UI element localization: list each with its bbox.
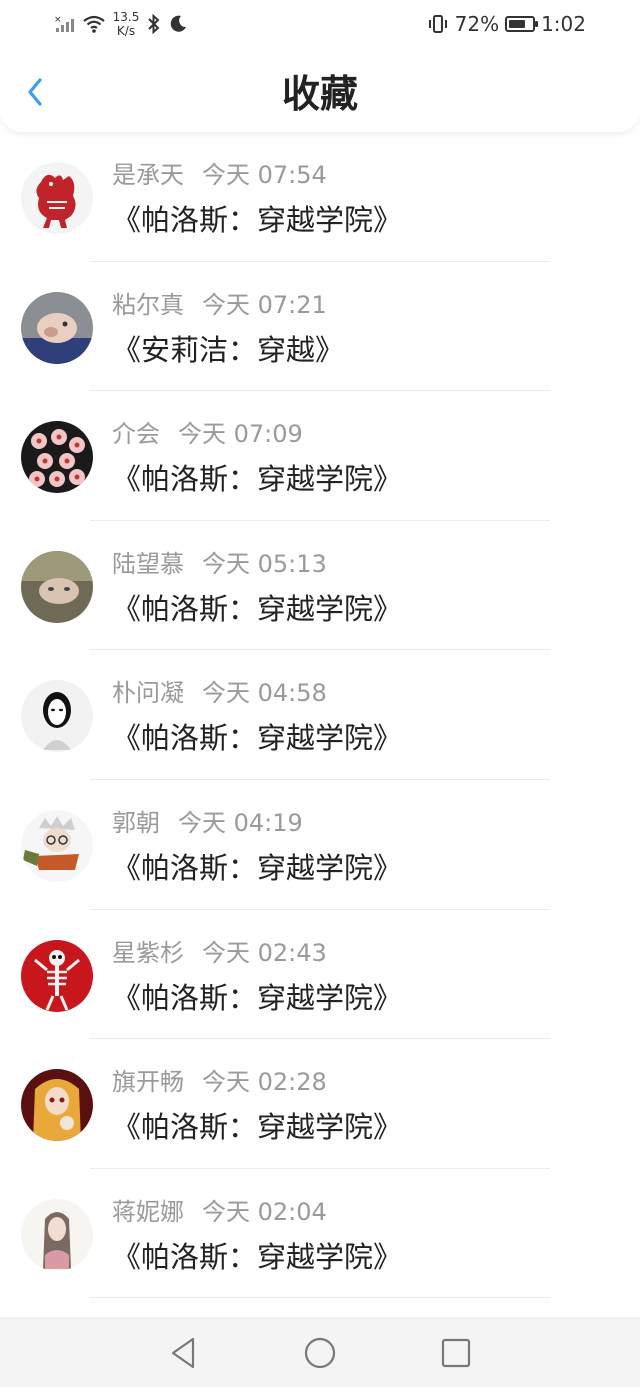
list-item[interactable]: 蒋妮娜 今天 02:04 《帕洛斯：穿越学院》	[0, 1169, 640, 1299]
item-meta: 蒋妮娜 今天 02:04	[112, 1197, 327, 1227]
timestamp: 今天 05:13	[202, 549, 327, 578]
timestamp: 今天 04:58	[202, 679, 327, 708]
favorites-list: 是承天 今天 07:54 《帕洛斯：穿越学院》 粘尔真 今天 07:21 《安莉…	[0, 132, 640, 1299]
divider	[90, 1297, 550, 1299]
item-meta: 旗开畅 今天 02:28	[112, 1067, 327, 1097]
user-name: 蒋妮娜	[112, 1197, 184, 1226]
status-bar: × 13.5 K/s 72% 1:02	[0, 0, 640, 52]
timestamp: 今天 07:21	[202, 290, 327, 319]
paper-cut-rooster-avatar[interactable]	[21, 162, 93, 234]
book-title: 《帕洛斯：穿越学院》	[112, 462, 403, 497]
header: 收藏	[0, 52, 640, 132]
clock: 1:02	[541, 12, 586, 36]
network-speed: 13.5 K/s	[112, 10, 140, 38]
status-left-icons: × 13.5 K/s	[54, 10, 188, 38]
nav-back-button[interactable]	[163, 1333, 203, 1373]
user-name: 星紫杉	[112, 938, 184, 967]
book-title: 《帕洛斯：穿越学院》	[112, 591, 403, 626]
item-meta: 朴问凝 今天 04:58	[112, 678, 327, 708]
list-item[interactable]: 旗开畅 今天 02:28 《帕洛斯：穿越学院》	[0, 1039, 640, 1169]
item-meta: 是承天 今天 07:54	[112, 160, 327, 190]
book-title: 《帕洛斯：穿越学院》	[112, 1110, 403, 1145]
timestamp: 今天 02:43	[202, 938, 327, 967]
item-meta: 粘尔真 今天 07:21	[112, 290, 327, 320]
masked-person-avatar[interactable]	[21, 680, 93, 753]
list-item[interactable]: 介会 今天 07:09 《帕洛斯：穿越学院》	[0, 391, 640, 521]
navigation-bar	[0, 1317, 640, 1387]
status-right-icons: 72% 1:02	[427, 12, 586, 36]
drawing-girl-avatar[interactable]	[21, 1198, 93, 1271]
book-title: 《帕洛斯：穿越学院》	[112, 850, 403, 885]
page-title: 收藏	[281, 72, 358, 116]
list-item[interactable]: 朴问凝 今天 04:58 《帕洛斯：穿越学院》	[0, 650, 640, 780]
book-title: 《帕洛斯：穿越学院》	[112, 980, 403, 1015]
user-name: 是承天	[112, 161, 184, 189]
user-name: 介会	[112, 420, 160, 449]
user-name: 朴问凝	[112, 679, 184, 708]
list-item[interactable]: 是承天 今天 07:54 《帕洛斯：穿越学院》	[0, 132, 640, 262]
item-meta: 郭朝 今天 04:19	[112, 808, 303, 838]
list-item[interactable]: 粘尔真 今天 07:21 《安莉洁：穿越》	[0, 262, 640, 392]
no-signal-icon: ×	[54, 15, 74, 32]
anime-character-avatar[interactable]	[21, 809, 93, 882]
svg-text:×: ×	[54, 15, 62, 25]
back-triangle-icon	[171, 1337, 195, 1369]
vibrate-icon	[428, 15, 447, 33]
list-item[interactable]: 星紫杉 今天 02:43 《帕洛斯：穿越学院》	[0, 910, 640, 1040]
user-name: 陆望慕	[112, 549, 184, 578]
anime-girl-avatar[interactable]	[21, 1069, 93, 1142]
nav-recent-button[interactable]	[436, 1333, 476, 1373]
list-item[interactable]: 郭朝 今天 04:19 《帕洛斯：穿越学院》	[0, 780, 640, 910]
user-name: 郭朝	[112, 808, 160, 837]
timestamp: 今天 02:28	[202, 1068, 327, 1097]
moon-icon	[170, 15, 186, 32]
recent-square-icon	[441, 1338, 471, 1368]
home-circle-icon	[304, 1337, 336, 1369]
timestamp: 今天 07:09	[178, 420, 303, 449]
item-meta: 介会 今天 07:09	[112, 419, 303, 449]
battery-icon	[505, 16, 539, 32]
wifi-icon	[83, 15, 105, 33]
dog-photo-avatar[interactable]	[21, 291, 93, 364]
item-meta: 陆望慕 今天 05:13	[112, 549, 327, 579]
book-title: 《帕洛斯：穿越学院》	[112, 721, 403, 756]
book-title: 《帕洛斯：穿越学院》	[112, 203, 403, 237]
book-title: 《安莉洁：穿越》	[112, 332, 345, 367]
nav-home-button[interactable]	[300, 1333, 340, 1373]
bluetooth-icon	[148, 13, 160, 35]
list-item[interactable]: 陆望慕 今天 05:13 《帕洛斯：穿越学院》	[0, 521, 640, 651]
portrait-avatar[interactable]	[21, 550, 93, 623]
flowers-avatar[interactable]	[21, 421, 93, 494]
user-name: 旗开畅	[112, 1068, 184, 1097]
item-meta: 星紫杉 今天 02:43	[112, 938, 327, 968]
timestamp: 今天 02:04	[202, 1197, 327, 1226]
skeleton-avatar[interactable]	[21, 939, 93, 1012]
user-name: 粘尔真	[112, 290, 184, 319]
book-title: 《帕洛斯：穿越学院》	[112, 1239, 403, 1274]
timestamp: 今天 04:19	[178, 808, 303, 837]
timestamp: 今天 07:54	[202, 161, 327, 189]
battery-percent: 72%	[454, 12, 500, 36]
